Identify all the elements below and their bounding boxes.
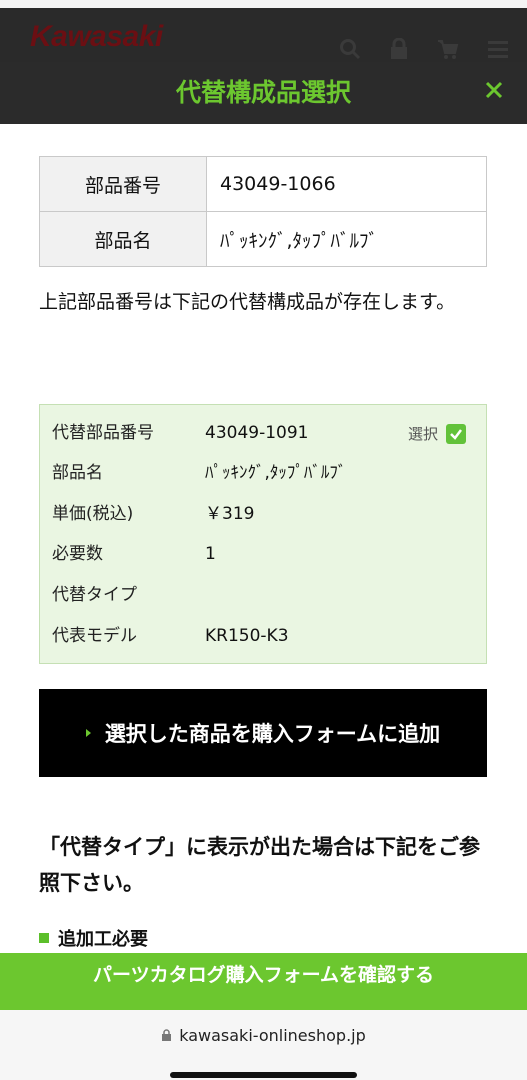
header-icons xyxy=(339,38,509,60)
alt-row-part-name: 部品名 ﾊﾟｯｷﾝｸﾞ,ﾀｯﾌﾟﾊﾞﾙﾌﾞ xyxy=(52,453,474,493)
alt-value: 1 xyxy=(205,544,216,564)
select-checkbox[interactable] xyxy=(446,424,466,444)
menu-icon[interactable] xyxy=(487,38,509,60)
alt-value: ﾊﾟｯｷﾝｸﾞ,ﾀｯﾌﾟﾊﾞﾙﾌﾞ xyxy=(205,463,347,483)
part-number-value: 43049-1066 xyxy=(206,156,487,212)
part-number-label: 部品番号 xyxy=(39,156,207,212)
modal-title: 代替構成品選択 xyxy=(175,78,351,107)
alt-row-model: 代表モデル KR150-K3 xyxy=(52,616,474,656)
alt-value: 43049-1091 xyxy=(205,423,309,443)
cart-icon[interactable] xyxy=(437,38,459,60)
check-icon xyxy=(450,429,462,440)
alt-label: 単価(税込) xyxy=(52,504,134,524)
close-icon[interactable] xyxy=(485,81,503,103)
add-to-form-button[interactable]: 選択した商品を購入フォームに追加 xyxy=(39,689,487,777)
alt-row-price: 単価(税込) ￥319 xyxy=(52,494,474,534)
select-label: 選択 xyxy=(407,425,438,443)
bullet-item-label: 追加工必要 xyxy=(58,929,148,950)
alt-value: KR150-K3 xyxy=(205,626,289,646)
part-number-row: 部品番号 43049-1066 xyxy=(39,156,487,212)
add-to-form-label: 選択した商品を購入フォームに追加 xyxy=(104,722,441,746)
alt-label: 代替部品番号 xyxy=(52,423,154,443)
lock-icon xyxy=(162,1029,172,1041)
part-info-table: 部品番号 43049-1066 部品名 ﾊﾟｯｷﾝｸﾞ,ﾀｯﾌﾟﾊﾞﾙﾌﾞ xyxy=(39,156,487,267)
close-button[interactable] xyxy=(479,77,509,107)
alt-row-quantity: 必要数 1 xyxy=(52,534,474,574)
part-name-row: 部品名 ﾊﾟｯｷﾝｸﾞ,ﾀｯﾌﾟﾊﾞﾙﾌﾞ xyxy=(39,211,487,267)
alt-value: ￥319 xyxy=(205,504,255,524)
square-bullet-icon xyxy=(39,933,49,943)
alt-label: 代替タイプ xyxy=(52,585,137,605)
confirm-form-button[interactable]: パーツカタログ購入フォームを確認する xyxy=(0,953,527,1010)
alt-label: 代表モデル xyxy=(52,626,137,646)
alt-row-part-number: 代替部品番号 43049-1091 選択 xyxy=(52,413,474,453)
select-toggle[interactable]: 選択 xyxy=(408,424,466,444)
alt-row-type: 代替タイプ xyxy=(52,575,474,615)
modal-title-bar: 代替構成品選択 xyxy=(0,62,527,124)
section-title: 「代替タイプ」に表示が出た場合は下記をご参照下さい。 xyxy=(39,835,480,895)
url-text: kawasaki-onlineshop.jp xyxy=(179,1026,366,1045)
home-indicator[interactable] xyxy=(170,1072,357,1078)
browser-url-bar[interactable]: kawasaki-onlineshop.jp xyxy=(0,1010,527,1080)
alternative-notice: 上記部品番号は下記の代替構成品が存在します。 xyxy=(39,291,456,313)
alt-label: 部品名 xyxy=(52,463,103,483)
triangle-right-icon xyxy=(85,729,91,737)
lock-icon[interactable] xyxy=(389,38,409,60)
bullet-item: 追加工必要 xyxy=(39,925,148,951)
alternative-part-card: 代替部品番号 43049-1091 選択 部品名 ﾊﾟｯｷﾝｸﾞ,ﾀｯﾌﾟﾊﾞﾙ… xyxy=(39,404,487,664)
kawasaki-logo[interactable]: Kawasaki xyxy=(30,20,163,54)
site-header: Kawasaki xyxy=(0,0,527,62)
alt-label: 必要数 xyxy=(52,544,103,564)
search-icon[interactable] xyxy=(339,38,361,60)
part-name-value: ﾊﾟｯｷﾝｸﾞ,ﾀｯﾌﾟﾊﾞﾙﾌﾞ xyxy=(206,211,487,267)
part-name-label: 部品名 xyxy=(39,211,207,267)
url-display[interactable]: kawasaki-onlineshop.jp xyxy=(0,1026,527,1045)
